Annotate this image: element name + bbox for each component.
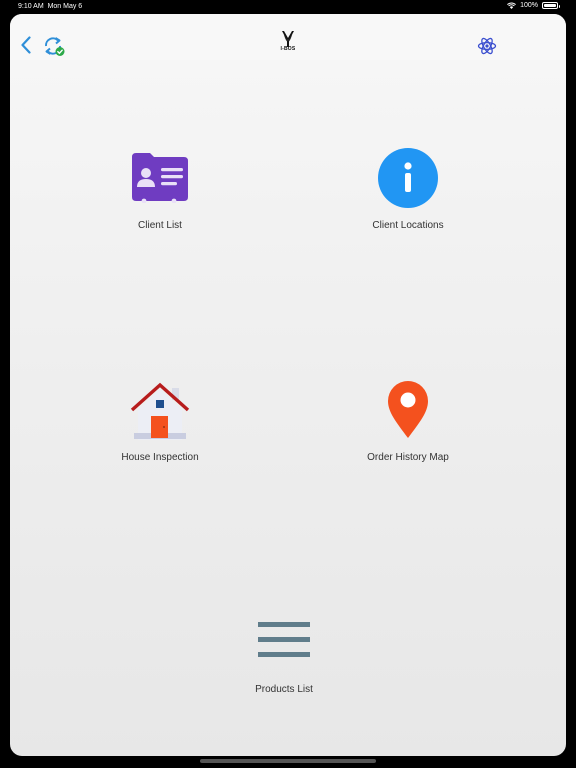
app-logo: I-BOS: [272, 30, 304, 60]
wifi-icon: [507, 2, 517, 9]
app-screen: I-BOS Client List Client Locations House…: [10, 14, 566, 756]
status-date: Mon May 6: [47, 3, 83, 10]
house-inspection-tile[interactable]: House Inspection: [60, 378, 260, 468]
logo-text: I-BOS: [280, 46, 296, 52]
battery-fill: [544, 4, 556, 7]
chevron-left-icon[interactable]: [20, 36, 32, 54]
info-circle-icon: [378, 148, 438, 208]
tile-label: House Inspection: [121, 452, 199, 463]
products-list-tile[interactable]: Products List: [184, 610, 384, 700]
atom-icon[interactable]: [477, 36, 497, 56]
map-pin-icon: [388, 381, 428, 438]
order-history-map-tile[interactable]: Order History Map: [308, 378, 508, 468]
tile-label: Order History Map: [367, 452, 449, 463]
status-bar: 9:10 AM Mon May 6 100%: [0, 0, 576, 14]
client-list-tile[interactable]: Client List: [60, 146, 260, 236]
navigation-bar: I-BOS: [10, 14, 566, 60]
battery-percent: 100%: [520, 2, 538, 9]
battery-icon: [542, 2, 560, 9]
sync-check-icon[interactable]: [42, 35, 66, 57]
tile-label: Products List: [255, 684, 313, 695]
status-time: 9:10 AM Mon May 6: [18, 3, 83, 10]
list-icon: [258, 622, 310, 657]
house-icon: [130, 382, 190, 440]
client-card-icon: [132, 153, 188, 203]
home-indicator[interactable]: [200, 759, 376, 763]
tile-label: Client Locations: [372, 220, 444, 231]
status-right: 100%: [507, 2, 560, 9]
client-locations-tile[interactable]: Client Locations: [308, 146, 508, 236]
tile-label: Client List: [138, 220, 182, 231]
